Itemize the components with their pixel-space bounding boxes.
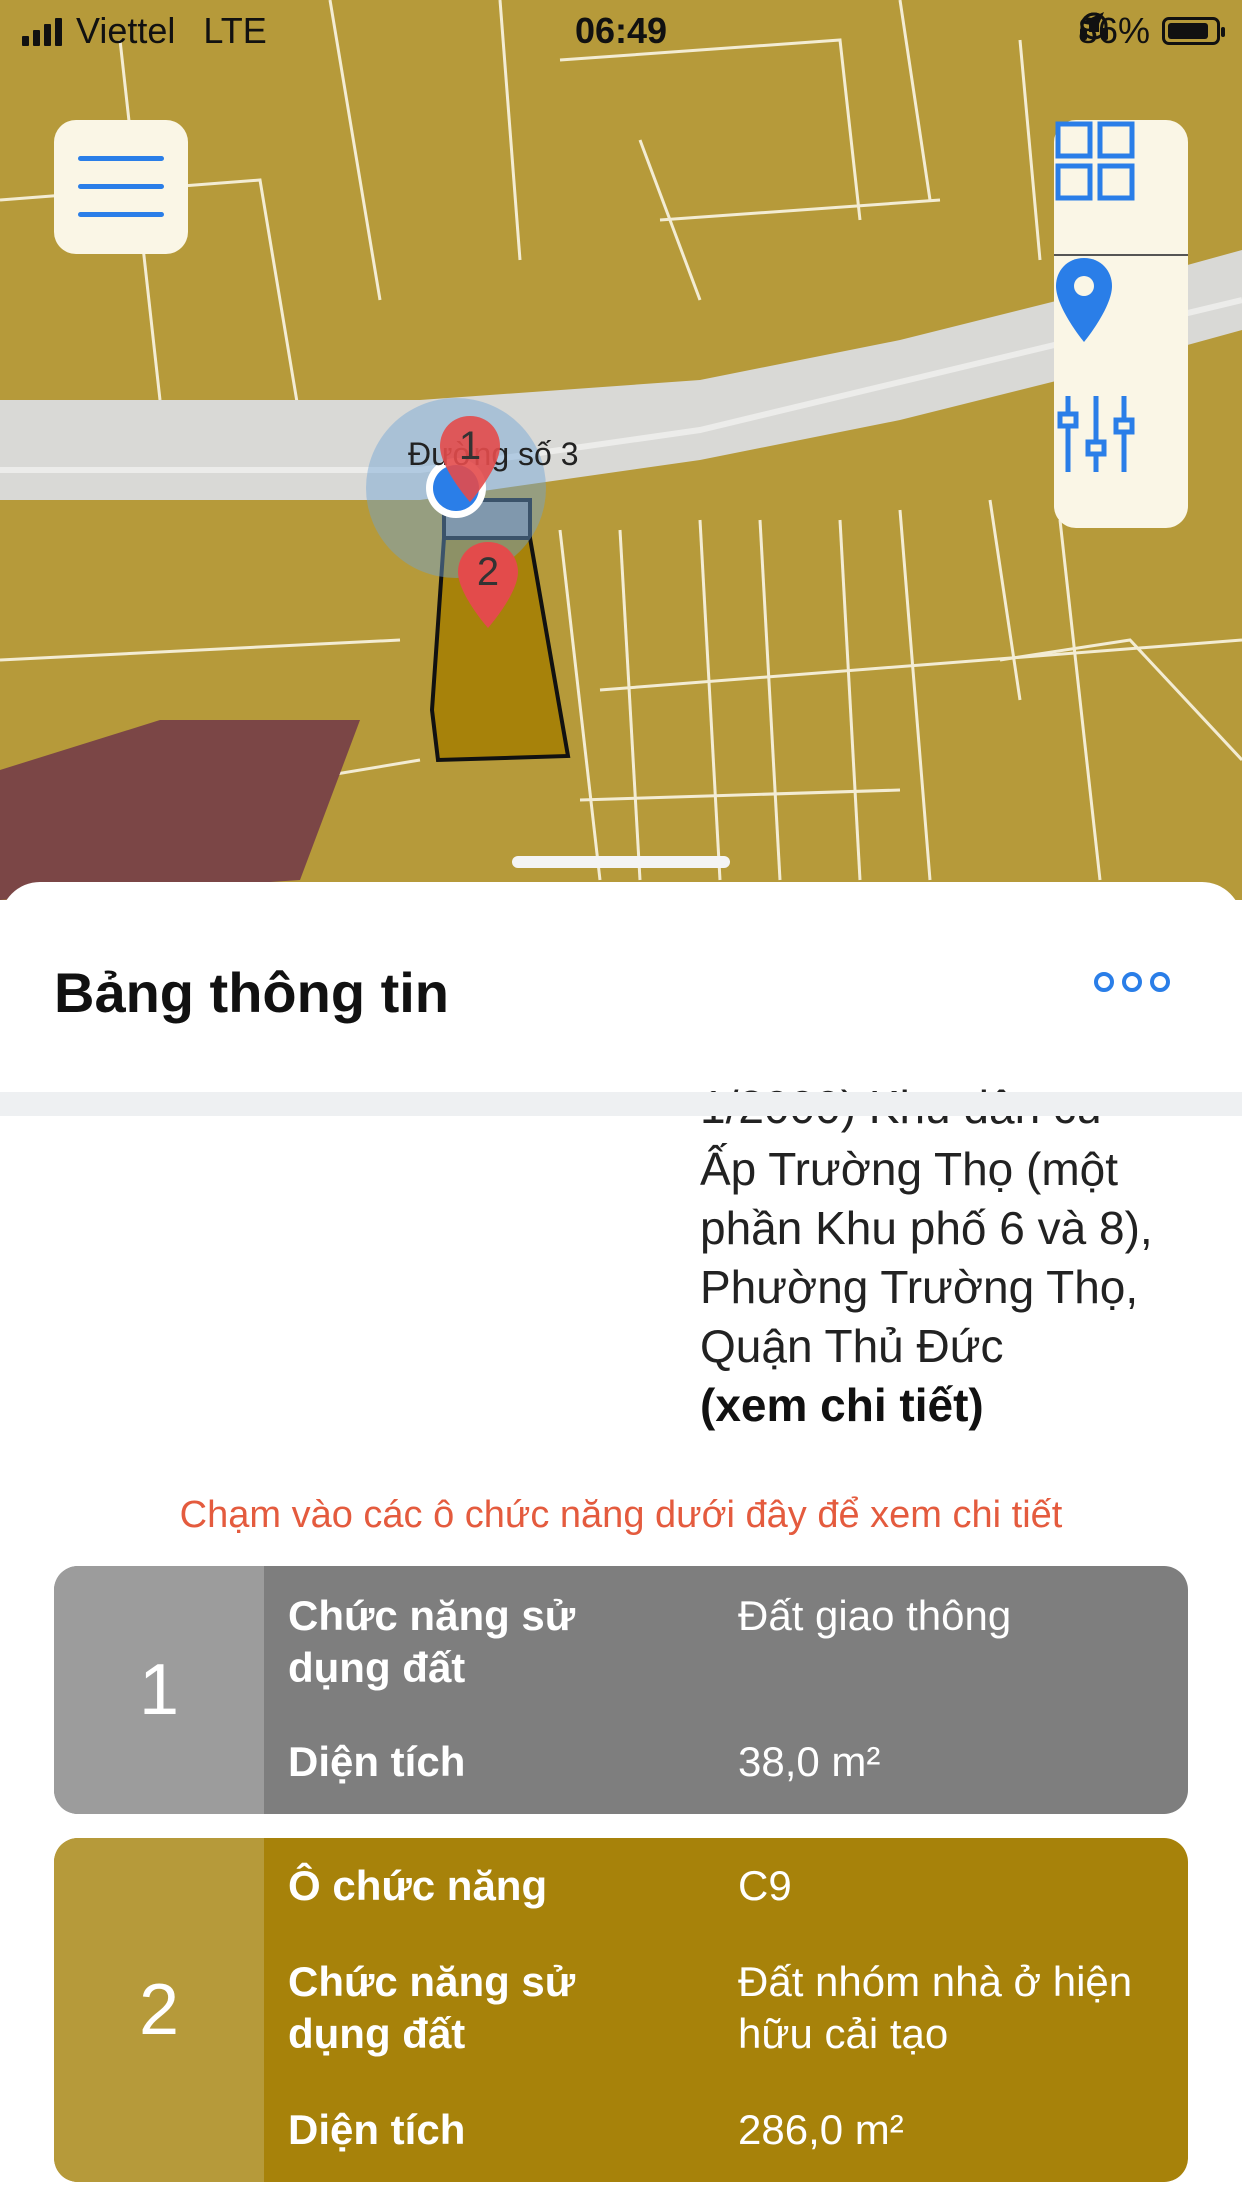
card-label: Chức năng sử dụng đất: [288, 1592, 576, 1691]
sliders-icon: [1057, 396, 1135, 472]
card-value: Đất giao thông: [738, 1592, 1012, 1639]
card-label: Diện tích: [288, 2106, 466, 2153]
plan-description: Ấp Trường Thọ (một phần Khu phố 6 và 8),…: [700, 1140, 1153, 1435]
marker-label: 2: [476, 550, 500, 594]
map-marker-1[interactable]: 1: [438, 414, 502, 504]
filter-button[interactable]: [1054, 392, 1188, 526]
more-icon: [1094, 972, 1114, 992]
card-value: Đất nhóm nhà ở hiện hữu cải tạo: [738, 1958, 1133, 2057]
map-tools: [1054, 120, 1188, 528]
card-label: Chức năng sử dụng đất: [288, 1958, 576, 2057]
card-label: Ô chức năng: [288, 1862, 548, 1909]
battery-fill: [1168, 23, 1208, 39]
more-button[interactable]: [1094, 972, 1170, 992]
description-line: Phường Trường Thọ,: [700, 1261, 1139, 1313]
card-index: 2: [54, 1838, 264, 2182]
location-button[interactable]: [1054, 256, 1188, 390]
land-use-card-1[interactable]: 1 Chức năng sử dụng đất Đất giao thông D…: [54, 1566, 1188, 1814]
land-use-card-2[interactable]: 2 Ô chức năng C9 Chức năng sử dụng đất Đ…: [54, 1838, 1188, 2182]
battery-icon: [1162, 17, 1225, 45]
scroll-fade: [0, 1092, 1242, 1116]
menu-icon-line: [78, 184, 164, 189]
grid-icon: [1055, 121, 1135, 201]
panel-title: Bảng thông tin: [54, 961, 450, 1024]
clock: 06:49: [574, 10, 668, 51]
map-view[interactable]: Đường số 3 1 2: [0, 0, 1242, 900]
menu-button[interactable]: [54, 120, 188, 254]
card-value: C9: [738, 1862, 792, 1909]
more-icon-dot: [1122, 972, 1142, 992]
card-value: 286,0 m²: [738, 2106, 904, 2153]
headphones-icon: [1079, 12, 1108, 40]
card-value: 38,0 m²: [738, 1738, 881, 1785]
hint-text: Chạm vào các ô chức năng dưới đây để xem…: [179, 1494, 1063, 1536]
menu-icon: [78, 156, 164, 161]
menu-icon-line: [78, 212, 164, 217]
status-bar: Viettel LTE 06:49 86%: [0, 0, 1242, 64]
location-pin-icon: [1056, 258, 1112, 342]
sheet-grabber[interactable]: [512, 856, 730, 868]
info-panel: Bảng thông tin 1/2000) Khu dân cư Ấp Trư…: [0, 882, 1242, 2208]
layers-button[interactable]: [1054, 120, 1188, 254]
marker-label: 1: [458, 424, 482, 468]
description-line: phần Khu phố 6 và 8),: [700, 1202, 1153, 1254]
description-line: Ấp Trường Thọ (một: [700, 1143, 1119, 1195]
map-marker-2[interactable]: 2: [456, 540, 520, 630]
details-link[interactable]: (xem chi tiết): [700, 1376, 1153, 1435]
description-line: Quận Thủ Đức: [700, 1320, 1004, 1372]
card-index: 1: [54, 1566, 264, 1814]
card-label: Diện tích: [288, 1738, 466, 1785]
more-icon-dot: [1150, 972, 1170, 992]
